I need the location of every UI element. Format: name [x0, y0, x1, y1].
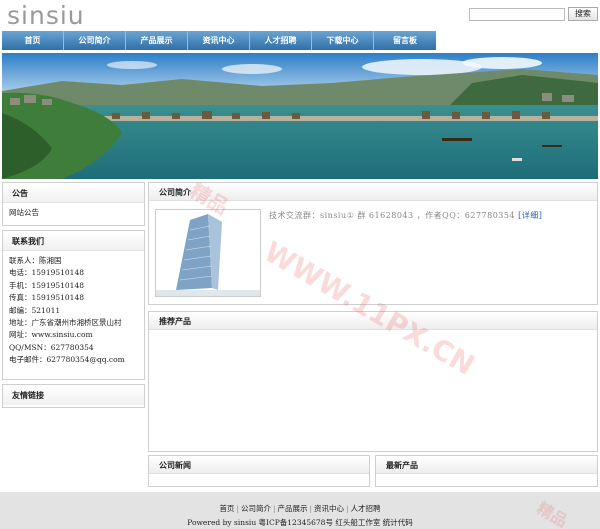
site-logo[interactable]: sinsiu [7, 1, 85, 30]
sidebar: 公告 网站公告 联系我们 联系人：陈湘国 电话：15919510148 手机：1… [2, 182, 145, 412]
latest-products-box: 最新产品 [375, 455, 598, 487]
footer-link-home[interactable]: 首页 [219, 504, 234, 513]
contact-title: 联系我们 [3, 231, 144, 251]
news-box: 公司新闻 [148, 455, 370, 487]
products-box: 推荐产品 [148, 311, 598, 452]
header: sinsiu 搜索 [0, 0, 600, 30]
nav-news[interactable]: 资讯中心 [188, 31, 250, 50]
footer-link-jobs[interactable]: 人才招聘 [351, 504, 381, 513]
main-nav: 首页 公司简介 产品展示 资讯中心 人才招聘 下载中心 留言板 [2, 31, 436, 50]
banner-landscape [2, 53, 598, 179]
contact-phone: 电话：15919510148 [9, 268, 84, 278]
contact-postcode: 邮编：521011 [9, 305, 61, 315]
contact-address: 地址：广东省潮州市湘桥区景山村 [9, 318, 122, 328]
nav-products[interactable]: 产品展示 [126, 31, 188, 50]
nav-guestbook[interactable]: 留言板 [374, 31, 436, 50]
nav-jobs[interactable]: 人才招聘 [250, 31, 312, 50]
links-box: 友情链接 [2, 384, 145, 408]
intro-description: 技术交流群：sinsiu① 群 61628043 ，作者QQ：627780354 [269, 211, 519, 220]
news-title: 公司新闻 [149, 456, 369, 474]
footer-copyright: Powered by sinsiu 粤ICP备12345678号 红头船工作室 … [187, 518, 413, 527]
contact-email[interactable]: 电子邮件：627780354@qq.com [9, 354, 138, 366]
footer-link-about[interactable]: 公司简介 [241, 504, 271, 513]
nav-downloads[interactable]: 下载中心 [312, 31, 374, 50]
intro-more-link[interactable]: [详细] [518, 211, 542, 220]
contact-website[interactable]: 网址：www.sinsiu.com [9, 329, 138, 341]
nav-home[interactable]: 首页 [2, 31, 64, 50]
building-photo [156, 210, 260, 296]
notice-title: 公告 [3, 183, 144, 203]
intro-image [155, 209, 261, 297]
notice-list: 网站公告 [3, 203, 144, 223]
notice-box: 公告 网站公告 [2, 182, 145, 226]
latest-products-title: 最新产品 [376, 456, 597, 474]
contact-fax: 传真：15919510148 [9, 293, 84, 303]
footer: 首页 | 公司简介 | 产品展示 | 资讯中心 | 人才招聘 Powered by sinsiu… [0, 492, 600, 529]
intro-text: 技术交流群：sinsiu① 群 61628043 ，作者QQ：627780354… [269, 210, 542, 221]
contact-qq: QQ/MSN：627780354 [9, 342, 94, 352]
banner-image [2, 53, 598, 179]
contact-details: 联系人：陈湘国 电话：15919510148 手机：15919510148 传真… [3, 251, 144, 371]
footer-link-news[interactable]: 资讯中心 [314, 504, 344, 513]
links-title: 友情链接 [3, 385, 144, 405]
notice-item[interactable]: 网站公告 [9, 207, 138, 219]
contact-box: 联系我们 联系人：陈湘国 电话：15919510148 手机：159195101… [2, 230, 145, 380]
search-input[interactable] [469, 8, 565, 21]
footer-link-products[interactable]: 产品展示 [278, 504, 308, 513]
search-button[interactable]: 搜索 [568, 7, 598, 21]
contact-mobile: 手机：15919510148 [9, 280, 84, 290]
nav-about[interactable]: 公司简介 [64, 31, 126, 50]
footer-links: 首页 | 公司简介 | 产品展示 | 资讯中心 | 人才招聘 [0, 503, 600, 514]
contact-person: 联系人：陈湘国 [9, 256, 62, 265]
